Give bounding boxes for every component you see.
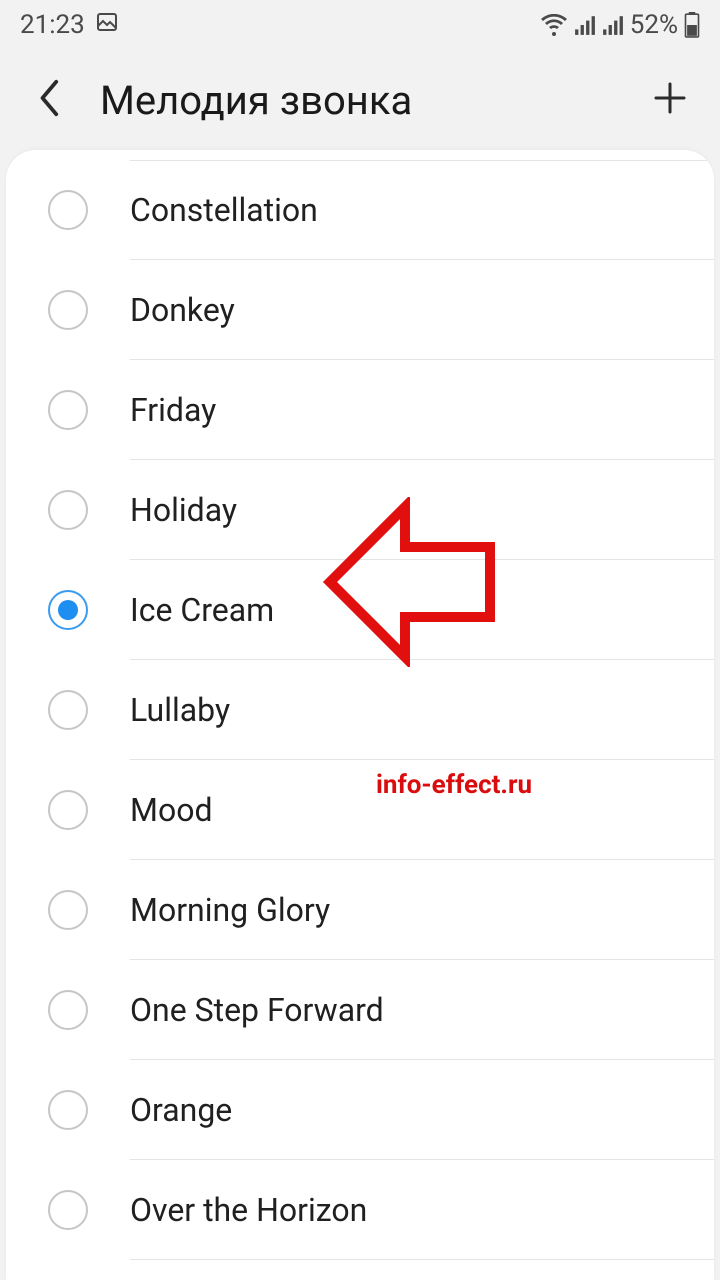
ringtone-row[interactable]: Lullaby — [130, 660, 714, 760]
ringtone-label: Friday — [130, 391, 216, 429]
ringtone-label: Constellation — [130, 191, 318, 229]
radio-button[interactable] — [48, 190, 88, 230]
status-bar-right: 52% — [540, 10, 700, 40]
ringtone-row[interactable]: Morning Glory — [130, 860, 714, 960]
add-button[interactable] — [648, 78, 692, 122]
ringtone-label: Mood — [130, 791, 212, 829]
ringtone-label: One Step Forward — [130, 991, 384, 1029]
signal-icon-1 — [574, 14, 596, 36]
ringtone-row[interactable]: Constellation — [130, 160, 714, 260]
clock: 21:23 — [20, 10, 85, 40]
ringtone-label: Holiday — [130, 491, 237, 529]
plus-icon — [652, 80, 688, 120]
page-title: Мелодия звонка — [100, 77, 648, 124]
ringtone-label: Morning Glory — [130, 891, 330, 929]
ringtone-row[interactable]: Holiday — [130, 460, 714, 560]
ringtone-label: Lullaby — [130, 691, 230, 729]
status-bar-left: 21:23 — [20, 10, 119, 41]
back-button[interactable] — [28, 78, 72, 122]
ringtone-label: Donkey — [130, 291, 235, 329]
ringtone-list: Constellation Donkey Friday Holiday Ice … — [6, 160, 714, 1260]
image-icon — [95, 10, 119, 41]
signal-icon-2 — [602, 14, 624, 36]
radio-button[interactable] — [48, 490, 88, 530]
radio-button[interactable] — [48, 1190, 88, 1230]
ringtone-row[interactable]: Donkey — [130, 260, 714, 360]
radio-button[interactable] — [48, 690, 88, 730]
battery-icon — [684, 12, 700, 38]
ringtone-row[interactable]: Over the Horizon — [130, 1160, 714, 1260]
radio-button[interactable] — [48, 290, 88, 330]
watermark-text: info-effect.ru — [376, 770, 532, 800]
ringtone-row[interactable]: One Step Forward — [130, 960, 714, 1060]
ringtone-label: Orange — [130, 1091, 232, 1129]
wifi-icon — [540, 14, 568, 36]
chevron-left-icon — [36, 78, 64, 122]
battery-text: 52% — [630, 10, 678, 40]
ringtone-row[interactable]: Friday — [130, 360, 714, 460]
radio-button[interactable] — [48, 590, 88, 630]
ringtone-card: Constellation Donkey Friday Holiday Ice … — [6, 150, 714, 1280]
radio-button[interactable] — [48, 1090, 88, 1130]
radio-button[interactable] — [48, 790, 88, 830]
ringtone-label: Ice Cream — [130, 591, 274, 629]
ringtone-label: Over the Horizon — [130, 1191, 367, 1229]
radio-button[interactable] — [48, 390, 88, 430]
ringtone-row[interactable]: Ice Cream — [130, 560, 714, 660]
radio-button[interactable] — [48, 890, 88, 930]
ringtone-row[interactable]: Orange — [130, 1060, 714, 1160]
app-header: Мелодия звонка — [0, 50, 720, 150]
status-bar: 21:23 52% — [0, 0, 720, 50]
radio-button[interactable] — [48, 990, 88, 1030]
